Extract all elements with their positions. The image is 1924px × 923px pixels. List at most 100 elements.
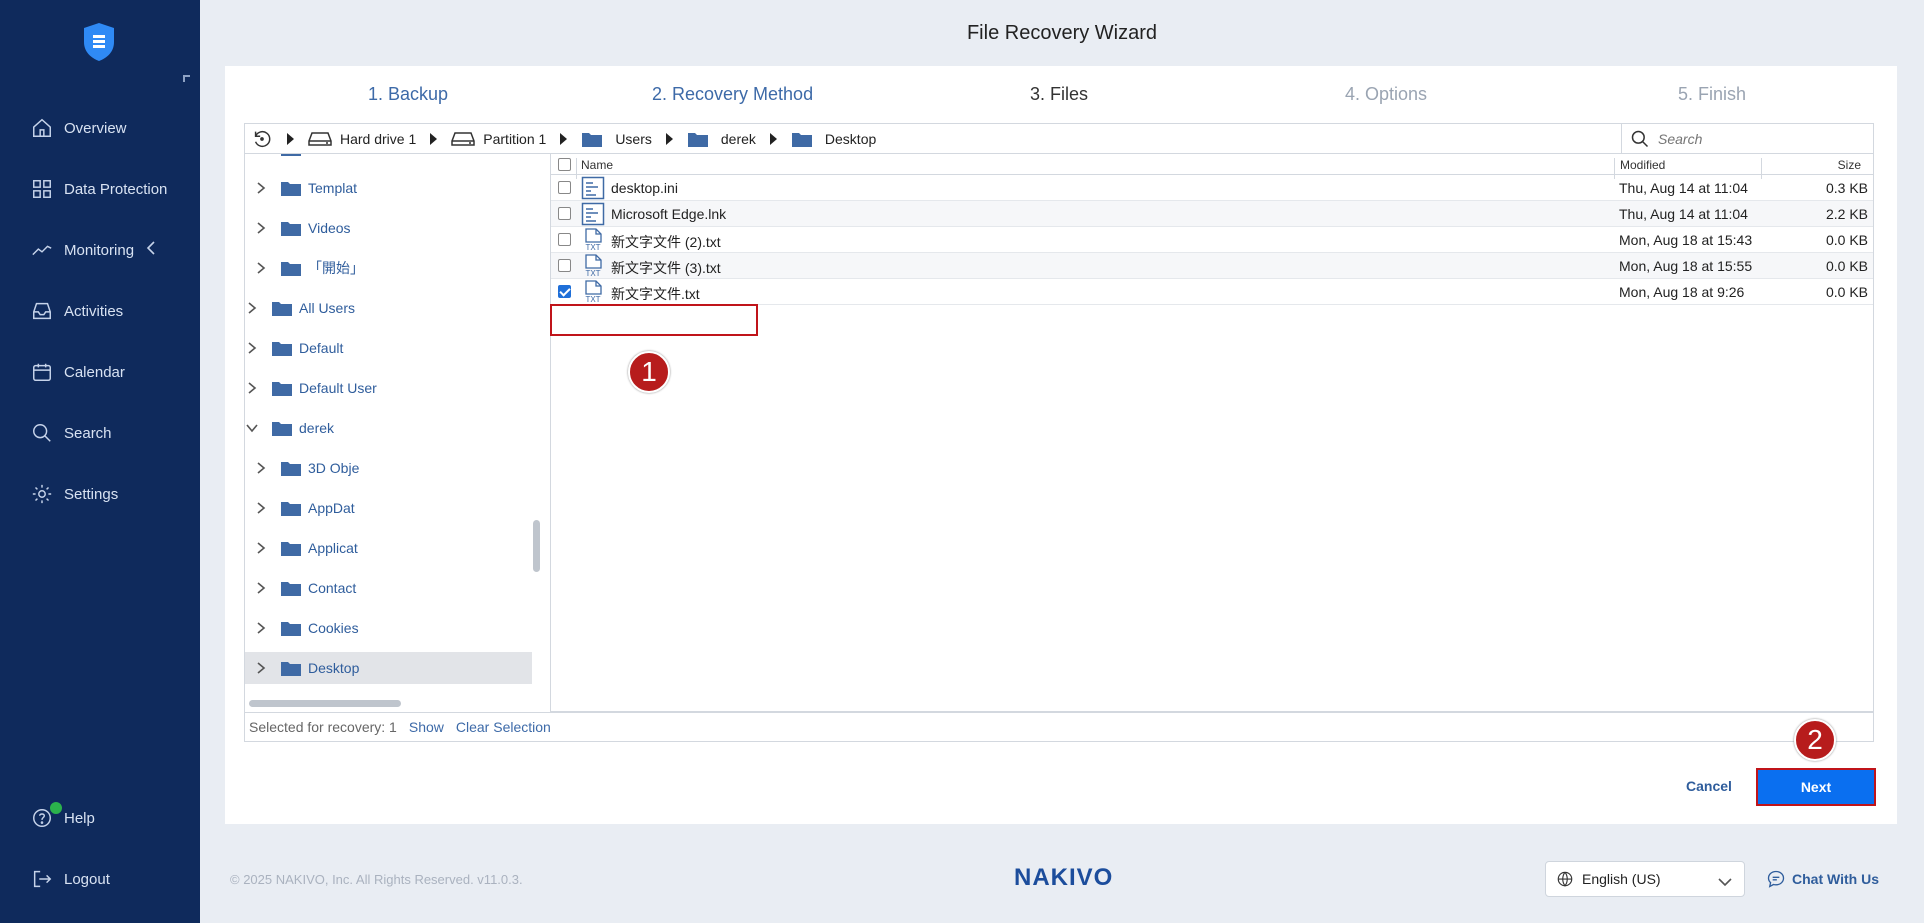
- chevron-right-icon[interactable]: [245, 381, 259, 395]
- nav-label: Monitoring: [64, 241, 135, 259]
- wizard-steps: 1. Backup 2. Recovery Method 3. Files 4.…: [225, 66, 1897, 122]
- tree-item[interactable]: Contact: [245, 572, 532, 604]
- table-row[interactable]: TXT 新文字文件.txt Mon, Aug 18 at 9:26 0.0 KB: [551, 279, 1873, 305]
- refresh-icon[interactable]: [251, 128, 273, 150]
- file-name: 新文字文件.txt: [611, 286, 700, 302]
- chevron-right-icon[interactable]: [245, 341, 259, 355]
- step-backup[interactable]: 1. Backup: [368, 84, 448, 105]
- tree-item-label: Cookies: [308, 620, 359, 636]
- nav-logout[interactable]: Logout: [30, 864, 110, 894]
- chevron-right-icon[interactable]: [245, 301, 259, 315]
- file-modified: Mon, Aug 18 at 15:55: [1619, 258, 1753, 274]
- folder-icon: [791, 130, 813, 148]
- row-checkbox[interactable]: [558, 259, 571, 272]
- column-header-name[interactable]: Name: [581, 158, 613, 172]
- nav-search[interactable]: Search: [30, 418, 112, 448]
- tree-item[interactable]: All Users: [245, 292, 532, 324]
- nav-overview[interactable]: Overview: [30, 113, 127, 143]
- language-value: English (US): [1582, 871, 1661, 887]
- nav-data-protection[interactable]: Data Protection: [30, 174, 167, 204]
- hard-drive-icon: [308, 131, 332, 147]
- tree-item[interactable]: Templat: [245, 172, 532, 204]
- folder-icon: [280, 499, 302, 517]
- tree-item[interactable]: 「開始」: [245, 252, 532, 284]
- chevron-down-icon[interactable]: [245, 421, 259, 435]
- breadcrumb-derek[interactable]: derek: [687, 124, 756, 153]
- tree-item[interactable]: 3D Obje: [245, 452, 532, 484]
- tree-horizontal-scrollbar[interactable]: [249, 700, 401, 707]
- show-selection-link[interactable]: Show: [409, 719, 444, 735]
- table-row[interactable]: desktop.ini Thu, Aug 14 at 11:04 0.3 KB: [551, 175, 1873, 201]
- folder-icon: [280, 539, 302, 557]
- row-checkbox[interactable]: [558, 285, 571, 298]
- tree-item-label: Applicat: [308, 540, 358, 556]
- tree-item[interactable]: Default User: [245, 372, 532, 404]
- sidebar: Overview Data Protection Monitoring Acti…: [0, 0, 200, 923]
- chat-label: Chat With Us: [1792, 871, 1879, 887]
- table-row[interactable]: Microsoft Edge.lnk Thu, Aug 14 at 11:04 2.…: [551, 201, 1873, 227]
- breadcrumb-users[interactable]: Users: [581, 124, 652, 153]
- wizard-title: File Recovery Wizard: [966, 22, 1158, 44]
- row-checkbox[interactable]: [558, 181, 571, 194]
- step-recovery-method[interactable]: 2. Recovery Method: [652, 84, 813, 105]
- file-name: desktop.ini: [611, 180, 678, 196]
- tree-item-label: Contact: [308, 580, 357, 596]
- chevron-right-icon[interactable]: [254, 661, 268, 675]
- nav-calendar[interactable]: Calendar: [30, 357, 125, 387]
- column-header-size[interactable]: Size: [1838, 158, 1861, 172]
- language-select[interactable]: English (US): [1545, 861, 1745, 897]
- folder-icon: [271, 379, 293, 397]
- tree-item[interactable]: Videos: [245, 212, 532, 244]
- nav-activities[interactable]: Activities: [30, 296, 123, 326]
- home-icon: [30, 116, 54, 140]
- chevron-right-icon[interactable]: [254, 621, 268, 635]
- chevron-right-icon[interactable]: [254, 541, 268, 555]
- breadcrumb-hard-drive[interactable]: Hard drive 1: [308, 124, 416, 153]
- next-button[interactable]: Next: [1756, 768, 1876, 806]
- folder-icon: [271, 339, 293, 357]
- search-input[interactable]: [1658, 130, 1858, 147]
- file-name: 新文字文件 (2).txt: [611, 234, 721, 250]
- breadcrumb-desktop[interactable]: Desktop: [791, 124, 876, 153]
- file-modified: Thu, Aug 14 at 11:04: [1619, 206, 1748, 222]
- brand-logo: NAKIVO: [1014, 864, 1114, 891]
- chevron-right-icon[interactable]: [254, 221, 268, 235]
- table-row[interactable]: TXT 新文字文件 (2).txt Mon, Aug 18 at 15:43 0.0 …: [551, 227, 1873, 253]
- tree-item[interactable]: SendTo: [245, 154, 532, 164]
- select-all-checkbox[interactable]: [558, 158, 571, 171]
- collapse-sidebar-icon[interactable]: [183, 75, 190, 82]
- folder-icon: [280, 619, 302, 637]
- folder-icon: [687, 130, 709, 148]
- tree-item[interactable]: Applicat: [245, 532, 532, 564]
- chevron-right-icon[interactable]: [254, 501, 268, 515]
- row-checkbox[interactable]: [558, 233, 571, 246]
- tree-vertical-scrollbar[interactable]: [533, 520, 540, 572]
- tree-item[interactable]: Default: [245, 332, 532, 364]
- logout-icon: [30, 867, 54, 891]
- tree-item-label: 「開始」: [308, 260, 364, 276]
- chat-with-us-button[interactable]: Chat With Us: [1766, 869, 1879, 889]
- callout-badge: 2: [1794, 719, 1836, 761]
- column-header-modified[interactable]: Modified: [1620, 158, 1665, 172]
- row-checkbox[interactable]: [558, 207, 571, 220]
- file-list: Name Modified Size desktop.ini Thu, Aug 1…: [550, 154, 1874, 712]
- chevron-right-icon[interactable]: [254, 581, 268, 595]
- table-row[interactable]: TXT 新文字文件 (3).txt Mon, Aug 18 at 15:55 0.0 …: [551, 253, 1873, 279]
- search-icon: [1630, 129, 1650, 149]
- chevron-right-icon[interactable]: [254, 261, 268, 275]
- wizard-panel: 1. Backup 2. Recovery Method 3. Files 4.…: [225, 66, 1897, 824]
- cancel-button[interactable]: Cancel: [1686, 778, 1732, 794]
- folder-icon: [271, 419, 293, 437]
- chevron-right-icon[interactable]: [254, 461, 268, 475]
- breadcrumb-partition[interactable]: Partition 1: [451, 124, 546, 153]
- chevron-right-icon[interactable]: [254, 154, 268, 155]
- tree-item[interactable]: Cookies: [245, 612, 532, 644]
- nav-settings[interactable]: Settings: [30, 479, 118, 509]
- tree-item-label: AppDat: [308, 500, 355, 516]
- tree-item[interactable]: AppDat: [245, 492, 532, 524]
- tree-item[interactable]: derek: [245, 412, 532, 444]
- tree-item[interactable]: Desktop: [245, 652, 532, 684]
- nav-monitoring[interactable]: Monitoring: [30, 235, 156, 265]
- clear-selection-link[interactable]: Clear Selection: [456, 719, 551, 735]
- chevron-right-icon[interactable]: [254, 181, 268, 195]
